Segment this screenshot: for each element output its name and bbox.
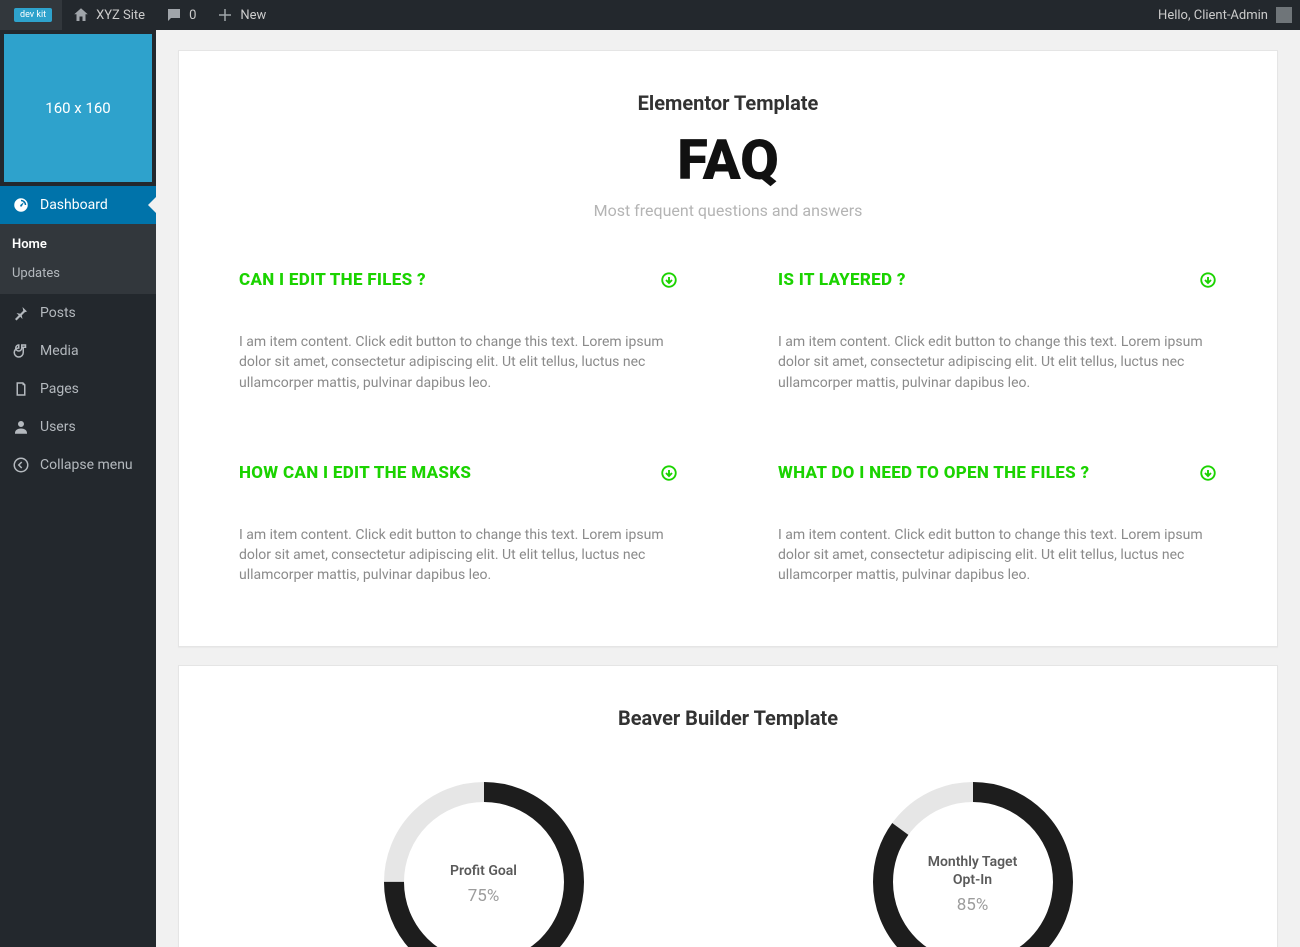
sidebar-item-label: Users <box>40 419 76 435</box>
elementor-title: Elementor Template <box>239 91 1217 115</box>
faq-answer: I am item content. Click edit button to … <box>239 525 678 586</box>
avatar[interactable] <box>1276 7 1292 23</box>
submenu-item-home[interactable]: Home <box>0 230 156 259</box>
devkit-label: dev kit <box>14 8 52 22</box>
comment-count: 0 <box>189 8 196 23</box>
beaver-title: Beaver Builder Template <box>239 706 1217 730</box>
main-content: Elementor Template FAQ Most frequent que… <box>156 30 1300 947</box>
faq-question: WHAT DO I NEED TO OPEN THE FILES ? <box>778 463 1089 483</box>
sidebar-item-posts[interactable]: Posts <box>0 294 156 332</box>
faq-question: CAN I EDIT THE FILES ? <box>239 270 426 290</box>
faq-toggle-row[interactable]: CAN I EDIT THE FILES ? <box>239 270 678 290</box>
pin-icon <box>12 304 30 322</box>
donut-svg <box>863 772 1083 947</box>
sidebar-item-label: Pages <box>40 381 79 397</box>
media-icon <box>12 342 30 360</box>
admin-bar: dev kit XYZ Site 0 New Hello, Client-Adm… <box>0 0 1300 30</box>
greeting-text[interactable]: Hello, Client-Admin <box>1158 8 1268 23</box>
faq-answer: I am item content. Click edit button to … <box>778 332 1217 393</box>
new-content-link[interactable]: New <box>206 0 276 30</box>
pages-icon <box>12 380 30 398</box>
donut-svg <box>374 772 594 947</box>
home-icon <box>72 6 90 24</box>
faq-answer: I am item content. Click edit button to … <box>239 332 678 393</box>
faq-heading: FAQ <box>239 127 1217 193</box>
faq-item: CAN I EDIT THE FILES ? I am item content… <box>239 270 678 393</box>
sidebar-item-label: Media <box>40 343 79 359</box>
sidebar-item-label: Dashboard <box>40 197 108 213</box>
collapse-label: Collapse menu <box>40 457 133 473</box>
faq-item: WHAT DO I NEED TO OPEN THE FILES ? I am … <box>778 463 1217 586</box>
circle-arrow-icon <box>660 271 678 289</box>
donut-row: Profit Goal 75% Monthly Taget Opt-In 85% <box>239 772 1217 947</box>
faq-grid: CAN I EDIT THE FILES ? I am item content… <box>239 270 1217 586</box>
faq-subheading: Most frequent questions and answers <box>239 201 1217 220</box>
plus-icon <box>216 6 234 24</box>
donut-chart: Monthly Taget Opt-In 85% <box>863 772 1083 947</box>
site-name: XYZ Site <box>96 8 145 23</box>
faq-item: IS IT LAYERED ? I am item content. Click… <box>778 270 1217 393</box>
faq-answer: I am item content. Click edit button to … <box>778 525 1217 586</box>
circle-arrow-icon <box>660 464 678 482</box>
elementor-panel: Elementor Template FAQ Most frequent que… <box>178 50 1278 647</box>
faq-toggle-row[interactable]: WHAT DO I NEED TO OPEN THE FILES ? <box>778 463 1217 483</box>
comments-link[interactable]: 0 <box>155 0 206 30</box>
faq-question: HOW CAN I EDIT THE MASKS <box>239 463 471 483</box>
admin-sidebar: 160 x 160 Dashboard Home Updates Posts M… <box>0 30 156 947</box>
brand-placeholder: 160 x 160 <box>4 34 152 182</box>
beaver-panel: Beaver Builder Template Profit Goal 75% … <box>178 665 1278 947</box>
comment-icon <box>165 6 183 24</box>
faq-toggle-row[interactable]: IS IT LAYERED ? <box>778 270 1217 290</box>
circle-arrow-icon <box>1199 464 1217 482</box>
user-icon <box>12 418 30 436</box>
donut-chart: Profit Goal 75% <box>374 772 594 947</box>
circle-arrow-icon <box>1199 271 1217 289</box>
site-home-link[interactable]: XYZ Site <box>62 0 155 30</box>
faq-item: HOW CAN I EDIT THE MASKS I am item conte… <box>239 463 678 586</box>
sidebar-item-pages[interactable]: Pages <box>0 370 156 408</box>
faq-toggle-row[interactable]: HOW CAN I EDIT THE MASKS <box>239 463 678 483</box>
brand-dimensions: 160 x 160 <box>45 99 110 117</box>
faq-question: IS IT LAYERED ? <box>778 270 906 290</box>
devkit-badge[interactable]: dev kit <box>0 0 62 30</box>
collapse-menu-button[interactable]: Collapse menu <box>0 446 156 484</box>
gauge-icon <box>12 196 30 214</box>
sidebar-item-label: Posts <box>40 305 76 321</box>
sidebar-item-dashboard[interactable]: Dashboard <box>0 186 156 224</box>
collapse-icon <box>12 456 30 474</box>
new-label: New <box>240 8 266 23</box>
sidebar-item-media[interactable]: Media <box>0 332 156 370</box>
dashboard-submenu: Home Updates <box>0 224 156 294</box>
submenu-item-updates[interactable]: Updates <box>0 259 156 288</box>
sidebar-item-users[interactable]: Users <box>0 408 156 446</box>
